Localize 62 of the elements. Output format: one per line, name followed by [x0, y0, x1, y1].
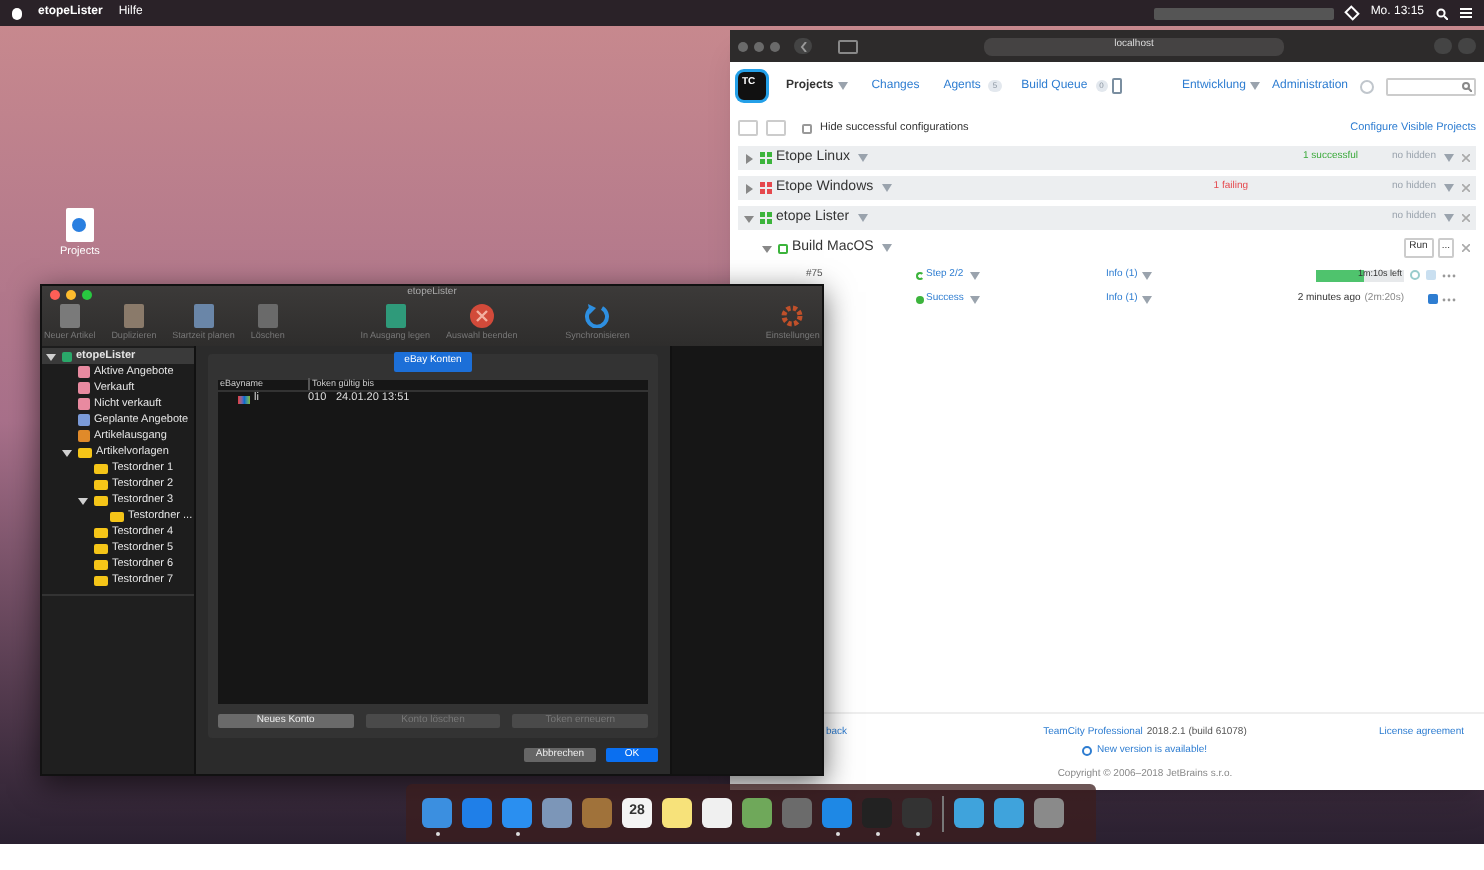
help-icon[interactable] — [1360, 79, 1374, 93]
back-button[interactable] — [794, 38, 812, 54]
document-icon — [123, 304, 144, 329]
close-icon[interactable] — [1462, 244, 1470, 252]
app-icon[interactable] — [954, 798, 984, 828]
apple-icon[interactable] — [12, 7, 22, 19]
dropdown-caret-icon[interactable] — [881, 244, 892, 252]
dropdown-caret-icon[interactable] — [857, 154, 868, 162]
tray-icon — [385, 304, 406, 329]
checkbox[interactable] — [802, 123, 812, 133]
app-icon[interactable] — [702, 798, 732, 828]
document-icon — [193, 304, 214, 329]
disclosure-triangle[interactable] — [62, 447, 72, 457]
dropdown-caret-icon[interactable] — [1444, 154, 1454, 162]
dropdown-caret-icon[interactable] — [969, 271, 980, 279]
dropdown-caret-icon[interactable] — [1249, 82, 1260, 90]
project-grid-icon — [760, 152, 772, 164]
dropdown-caret-icon[interactable] — [1141, 295, 1152, 303]
config-icon — [778, 243, 788, 253]
menu-icon[interactable] — [1460, 8, 1472, 18]
disclosure-triangle[interactable] — [46, 351, 56, 361]
dropdown-caret-icon[interactable] — [857, 214, 868, 222]
spinner-icon — [916, 271, 924, 279]
agent-icon — [1426, 270, 1436, 280]
app-icon[interactable] — [742, 798, 772, 828]
close-button[interactable] — [50, 290, 60, 300]
close-icon[interactable] — [1462, 154, 1470, 162]
zoom-button[interactable] — [82, 290, 92, 300]
dropdown-caret-icon[interactable] — [1444, 214, 1454, 222]
project-grid-icon — [760, 212, 772, 224]
close-icon[interactable] — [1462, 214, 1470, 222]
gear-icon — [780, 304, 805, 329]
minimize-button[interactable] — [66, 290, 76, 300]
search-icon[interactable] — [1436, 7, 1448, 19]
refresh-icon — [584, 304, 611, 329]
disclosure-triangle[interactable] — [78, 495, 88, 505]
cross-circle-icon — [469, 304, 494, 329]
expand-all-button[interactable] — [766, 120, 786, 136]
sidebar-toggle-icon[interactable] — [838, 39, 858, 53]
phone-icon — [1111, 78, 1122, 94]
dropdown-caret-icon[interactable] — [881, 184, 892, 192]
info-icon — [1082, 746, 1093, 757]
app-icon — [62, 351, 72, 361]
app-icon[interactable] — [662, 798, 692, 828]
dropdown-caret-icon[interactable] — [1141, 271, 1152, 279]
app-icon[interactable] — [994, 798, 1024, 828]
success-check-icon — [916, 295, 924, 303]
dropdown-caret-icon[interactable] — [1444, 184, 1454, 192]
search-field[interactable] — [1386, 77, 1476, 95]
close-icon[interactable] — [1462, 184, 1470, 192]
agent-icon — [1428, 294, 1438, 304]
ebay-icon — [238, 395, 250, 403]
project-grid-icon — [760, 182, 772, 194]
outbox-icon — [78, 430, 90, 442]
dropdown-caret-icon[interactable] — [837, 82, 848, 90]
stop-icon[interactable] — [1410, 270, 1420, 280]
dropdown-caret-icon[interactable] — [969, 295, 980, 303]
trash-icon — [257, 304, 278, 329]
file-icon[interactable] — [65, 208, 94, 242]
search-icon — [1462, 81, 1472, 91]
collapse-all-button[interactable] — [738, 120, 758, 136]
document-icon — [59, 304, 80, 329]
